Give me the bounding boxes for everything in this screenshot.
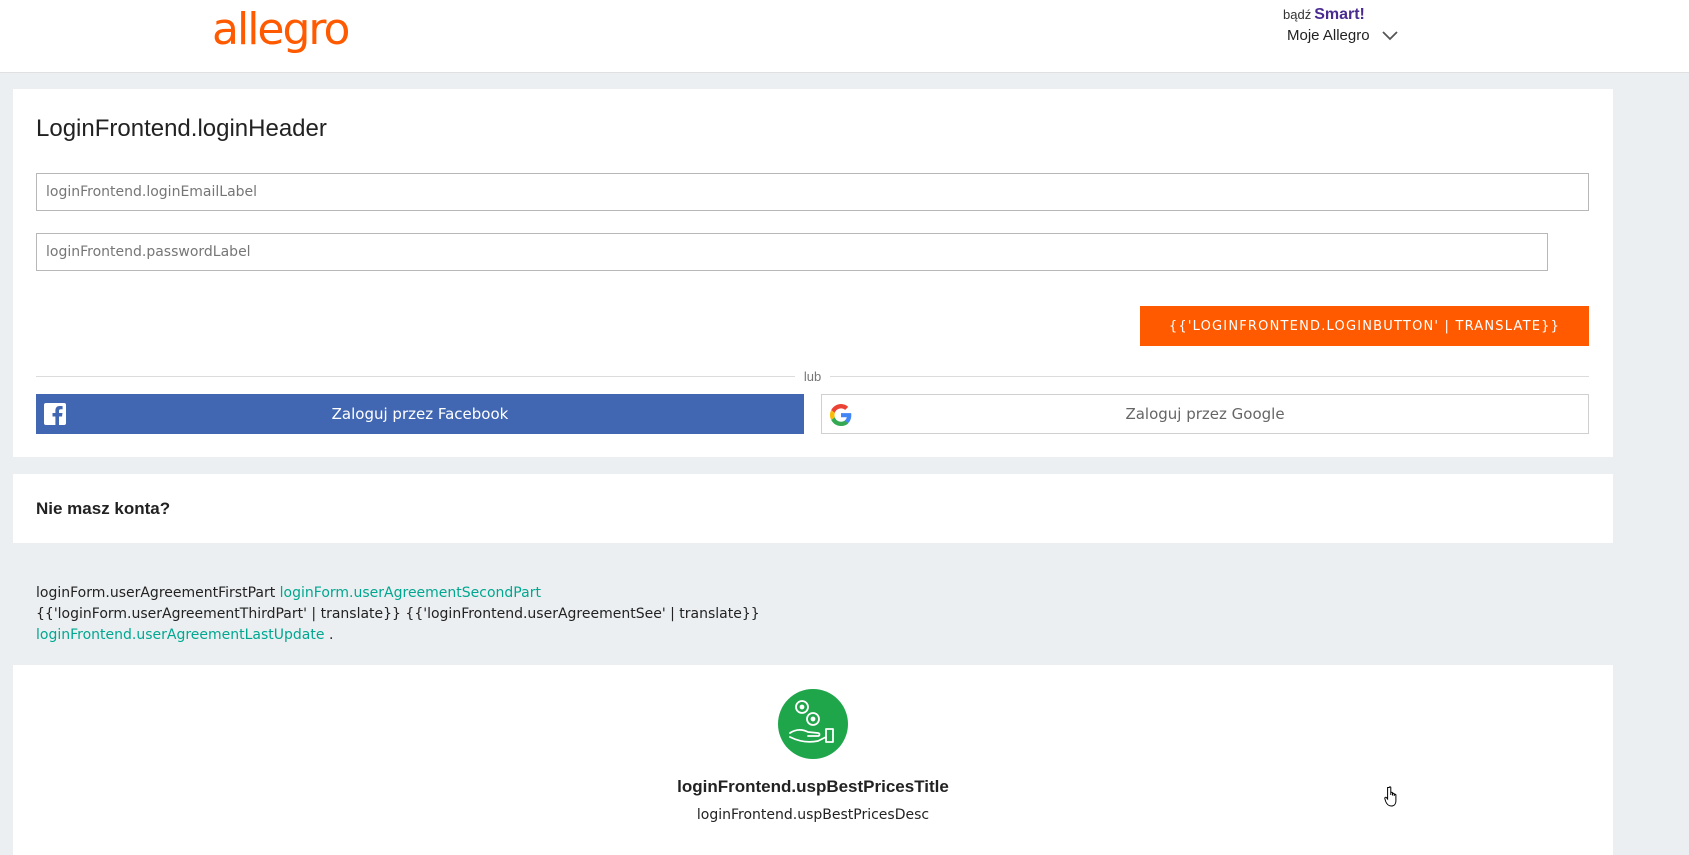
google-icon [830,404,852,426]
facebook-icon [44,403,66,425]
divider-text: lub [803,368,822,384]
hand-cursor-icon [1384,786,1397,807]
register-card: Nie masz konta? [13,474,1613,543]
usp-icon-circle [778,689,848,759]
login-title: LoginFrontend.loginHeader [36,115,327,142]
email-input[interactable] [36,173,1589,211]
agreement-first-part: loginForm.userAgreementFirstPart [36,585,276,601]
divider-line-left [36,375,795,377]
password-input[interactable] [36,233,1548,271]
login-card: LoginFrontend.loginHeader {{'LOGINFRONTE… [13,89,1613,457]
agreement-third-part: {{'loginForm.userAgreementThirdPart' | t… [36,606,401,622]
google-button-label: Zaloguj przez Google [1125,405,1285,423]
facebook-login-button[interactable]: Zaloguj przez Facebook [36,394,804,434]
smart-prefix: bądź [1283,7,1312,22]
account-menu[interactable]: Moje Allegro [1287,25,1400,45]
usp-title: loginFrontend.uspBestPricesTitle [677,777,949,796]
divider-line-right [830,375,1590,377]
smart-brand: Smart! [1314,6,1365,23]
google-login-button[interactable]: Zaloguj przez Google [821,394,1589,434]
agreement-second-part-link[interactable]: loginForm.userAgreementSecondPart [280,585,541,601]
agreement-end: . [328,627,334,643]
or-divider: lub [36,368,1590,384]
agreement-see: {{'loginFrontend.userAgreementSee' | tra… [405,606,760,622]
hand-coins-icon [789,700,834,743]
user-agreement-text: loginForm.userAgreementFirstPart loginFo… [36,583,796,646]
account-label: Moje Allegro [1287,26,1370,44]
usp-card: loginFrontend.uspBestPricesTitle loginFr… [13,665,1613,855]
top-bar: allegro bądź Smart! Moje Allegro [0,0,1689,73]
usp-description: loginFrontend.uspBestPricesDesc [696,807,930,823]
no-account-heading: Nie masz konta? [36,499,171,518]
allegro-logo[interactable]: allegro [212,4,350,55]
facebook-button-label: Zaloguj przez Facebook [331,405,509,423]
chevron-down-icon [1381,31,1398,41]
smart-badge[interactable]: bądź Smart! [1283,6,1365,24]
login-button[interactable]: {{'LOGINFRONTEND.LOGINBUTTON' | TRANSLAT… [1140,306,1589,346]
agreement-last-update-link[interactable]: loginFrontend.userAgreementLastUpdate [36,627,325,643]
